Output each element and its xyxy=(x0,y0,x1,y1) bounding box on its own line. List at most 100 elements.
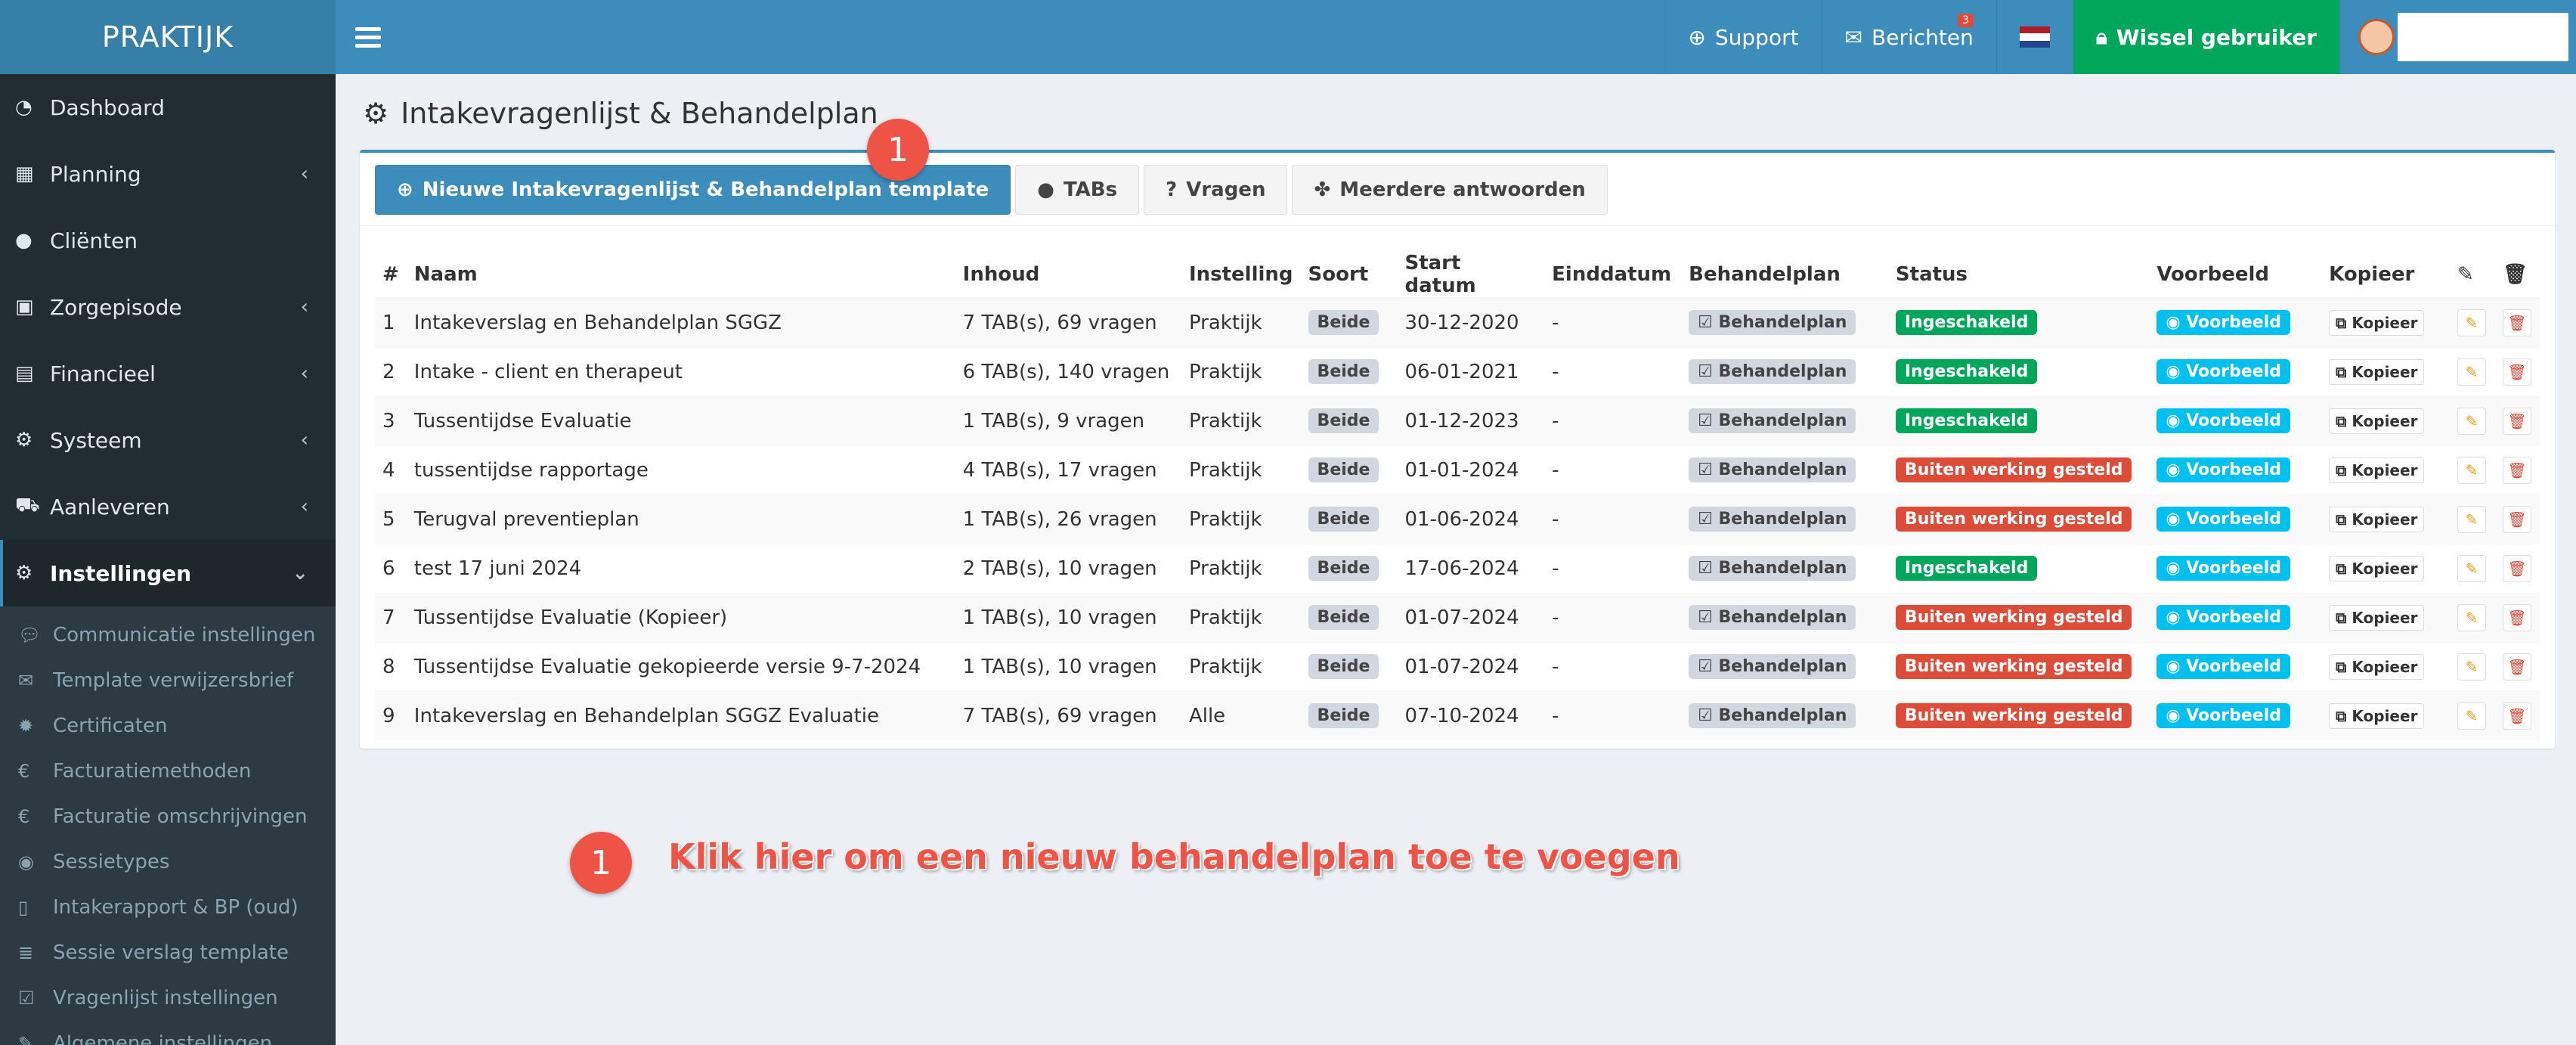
delete-button[interactable]: 🗑︎ xyxy=(2502,603,2531,631)
user-menu[interactable] xyxy=(2339,0,2576,74)
sidebar-toggle-icon[interactable] xyxy=(355,21,381,53)
soort-badge: Beide xyxy=(1308,457,1379,482)
chevron-left-icon: ‹ xyxy=(300,429,308,451)
delete-button[interactable]: 🗑︎ xyxy=(2502,554,2531,582)
messages-link[interactable]: ✉ Berichten 3 xyxy=(1821,0,1996,74)
chevron-left-icon: ‹ xyxy=(300,495,308,518)
col-header-instelling: Instelling xyxy=(1181,251,1301,299)
row-delete-cell: 🗑︎ xyxy=(2494,690,2540,740)
preview-button[interactable]: ◉ Voorbeeld xyxy=(2156,457,2290,482)
copy-button[interactable]: ⧉ Kopieer xyxy=(2329,653,2425,680)
submenu-item-label: Intakerapport & BP (oud) xyxy=(53,896,299,919)
copy-button[interactable]: ⧉ Kopieer xyxy=(2329,604,2425,631)
preview-button[interactable]: ◉ Voorbeeld xyxy=(2156,556,2290,581)
edit-button[interactable]: ✎ xyxy=(2457,456,2486,484)
behandelplan-link[interactable]: ☑ Behandelplan xyxy=(1689,605,1856,630)
behandelplan-link[interactable]: ☑ Behandelplan xyxy=(1689,556,1856,581)
copy-label: Kopieer xyxy=(2352,362,2418,381)
submenu-item-sessietypes[interactable]: ◉ Sessietypes xyxy=(0,839,336,885)
submenu-item-algemene[interactable]: ✎ Algemene instellingen xyxy=(0,1021,336,1045)
support-link[interactable]: ⊕ Support xyxy=(1664,0,1821,74)
row-kopieer-cell: ⧉ Kopieer xyxy=(2321,297,2450,347)
app-logo[interactable]: PRAKTIJK xyxy=(0,0,336,74)
edit-button[interactable]: ✎ xyxy=(2457,309,2486,336)
dashboard-icon: ◔ xyxy=(15,96,33,119)
submenu-item-facturatiemethoden[interactable]: € Facturatiemethoden xyxy=(0,749,336,794)
submenu-item-verwijzersbrief[interactable]: ✉ Template verwijzersbrief xyxy=(0,658,336,703)
submenu-item-communicatie[interactable]: 💬︎ Communicatie instellingen xyxy=(0,612,336,658)
copy-button[interactable]: ⧉ Kopieer xyxy=(2329,506,2425,532)
sidebar-item-clienten[interactable]: ● Cliënten xyxy=(0,207,336,274)
sidebar-item-systeem[interactable]: ⚙ Systeem ‹ xyxy=(0,407,336,473)
edit-button[interactable]: ✎ xyxy=(2457,653,2486,681)
row-inhoud: 1 TAB(s), 9 vragen xyxy=(955,395,1181,445)
delete-button[interactable]: 🗑︎ xyxy=(2502,407,2531,435)
behandelplan-link[interactable]: ☑ Behandelplan xyxy=(1689,359,1856,384)
edit-button[interactable]: ✎ xyxy=(2457,407,2486,435)
copy-button[interactable]: ⧉ Kopieer xyxy=(2329,457,2425,483)
edit-button[interactable]: ✎ xyxy=(2457,505,2486,533)
cogs-icon: ⚙ xyxy=(15,429,33,451)
delete-button[interactable]: 🗑︎ xyxy=(2502,456,2531,484)
preview-button[interactable]: ◉ Voorbeeld xyxy=(2156,605,2290,630)
preview-button[interactable]: ◉ Voorbeeld xyxy=(2156,408,2290,433)
delete-button[interactable]: 🗑︎ xyxy=(2502,309,2531,336)
preview-button[interactable]: ◉ Voorbeeld xyxy=(2156,507,2290,532)
language-selector[interactable] xyxy=(1995,0,2073,74)
preview-label: Voorbeeld xyxy=(2186,460,2281,479)
row-number: 4 xyxy=(375,445,407,495)
row-edit-cell: ✎ xyxy=(2449,445,2495,495)
multiple-answers-button[interactable]: ✤ Meerdere antwoorden xyxy=(1292,165,1608,215)
copy-button[interactable]: ⧉ Kopieer xyxy=(2329,358,2425,385)
edit-button[interactable]: ✎ xyxy=(2457,554,2486,582)
preview-label: Voorbeeld xyxy=(2186,657,2281,676)
col-header-soort: Soort xyxy=(1300,251,1398,299)
questions-button[interactable]: ? Vragen xyxy=(1144,165,1288,215)
behandelplan-link[interactable]: ☑ Behandelplan xyxy=(1689,310,1856,336)
row-edit-cell: ✎ xyxy=(2449,690,2495,740)
delete-button[interactable]: 🗑︎ xyxy=(2502,653,2531,681)
copy-button[interactable]: ⧉ Kopieer xyxy=(2329,555,2425,581)
row-instelling: Praktijk xyxy=(1181,494,1301,544)
delete-button[interactable]: 🗑︎ xyxy=(2502,358,2531,386)
behandelplan-link[interactable]: ☑ Behandelplan xyxy=(1689,408,1856,433)
submenu-item-certificaten[interactable]: ✹ Certificaten xyxy=(0,703,336,749)
edit-button[interactable]: ✎ xyxy=(2457,603,2486,631)
submenu-item-vragenlijst[interactable]: ☑ Vragenlijst instellingen xyxy=(0,975,336,1021)
switch-user-button[interactable]: 🔒︎ Wissel gebruiker xyxy=(2072,0,2339,74)
lifebuoy-icon: ⊕ xyxy=(1688,24,1706,50)
edit-button[interactable]: ✎ xyxy=(2457,702,2486,730)
copy-button[interactable]: ⧉ Kopieer xyxy=(2329,702,2425,729)
sidebar-item-planning[interactable]: ▦ Planning ‹ xyxy=(0,141,336,207)
submenu-item-label: Facturatiemethoden xyxy=(53,760,252,783)
tabs-button[interactable]: ● TABs xyxy=(1015,165,1140,215)
row-naam: Intake - client en therapeut xyxy=(406,346,955,396)
row-eind: - xyxy=(1544,395,1682,445)
submenu-item-sessie-verslag[interactable]: ≣ Sessie verslag template xyxy=(0,930,336,975)
delete-button[interactable]: 🗑︎ xyxy=(2502,505,2531,533)
behandelplan-link[interactable]: ☑ Behandelplan xyxy=(1689,507,1856,532)
sidebar-item-instellingen[interactable]: ⚙ Instellingen ⌄ xyxy=(0,540,336,606)
behandelplan-link[interactable]: ☑ Behandelplan xyxy=(1689,654,1856,679)
sidebar-item-label: Zorgepisode xyxy=(50,294,182,320)
preview-button[interactable]: ◉ Voorbeeld xyxy=(2156,310,2290,336)
preview-button[interactable]: ◉ Voorbeeld xyxy=(2156,359,2290,384)
copy-button[interactable]: ⧉ Kopieer xyxy=(2329,309,2425,336)
preview-button[interactable]: ◉ Voorbeeld xyxy=(2156,654,2290,679)
behandelplan-link[interactable]: ☑ Behandelplan xyxy=(1689,703,1856,729)
delete-button[interactable]: 🗑︎ xyxy=(2502,702,2531,730)
questions-label: Vragen xyxy=(1186,178,1266,201)
check-square-icon: ☑ xyxy=(1698,313,1719,333)
sidebar-item-dashboard[interactable]: ◔ Dashboard xyxy=(0,74,336,141)
sidebar-item-financieel[interactable]: ▤ Financieel ‹ xyxy=(0,340,336,407)
action-toolbar: ⊕ Nieuwe Intakevragenlijst & Behandelpla… xyxy=(375,165,1608,215)
behandelplan-link[interactable]: ☑ Behandelplan xyxy=(1689,457,1856,482)
submenu-item-intakerapport[interactable]: ▯ Intakerapport & BP (oud) xyxy=(0,885,336,930)
sidebar-item-aanleveren[interactable]: ⛟ Aanleveren ‹ xyxy=(0,473,336,540)
copy-button[interactable]: ⧉ Kopieer xyxy=(2329,408,2425,434)
preview-button[interactable]: ◉ Voorbeeld xyxy=(2156,703,2290,729)
edit-button[interactable]: ✎ xyxy=(2457,358,2486,386)
globe-icon: ◉ xyxy=(18,851,34,873)
sidebar-item-zorgepisode[interactable]: ▣ Zorgepisode ‹ xyxy=(0,274,336,340)
submenu-item-facturatie-omschrijvingen[interactable]: € Facturatie omschrijvingen xyxy=(0,794,336,839)
